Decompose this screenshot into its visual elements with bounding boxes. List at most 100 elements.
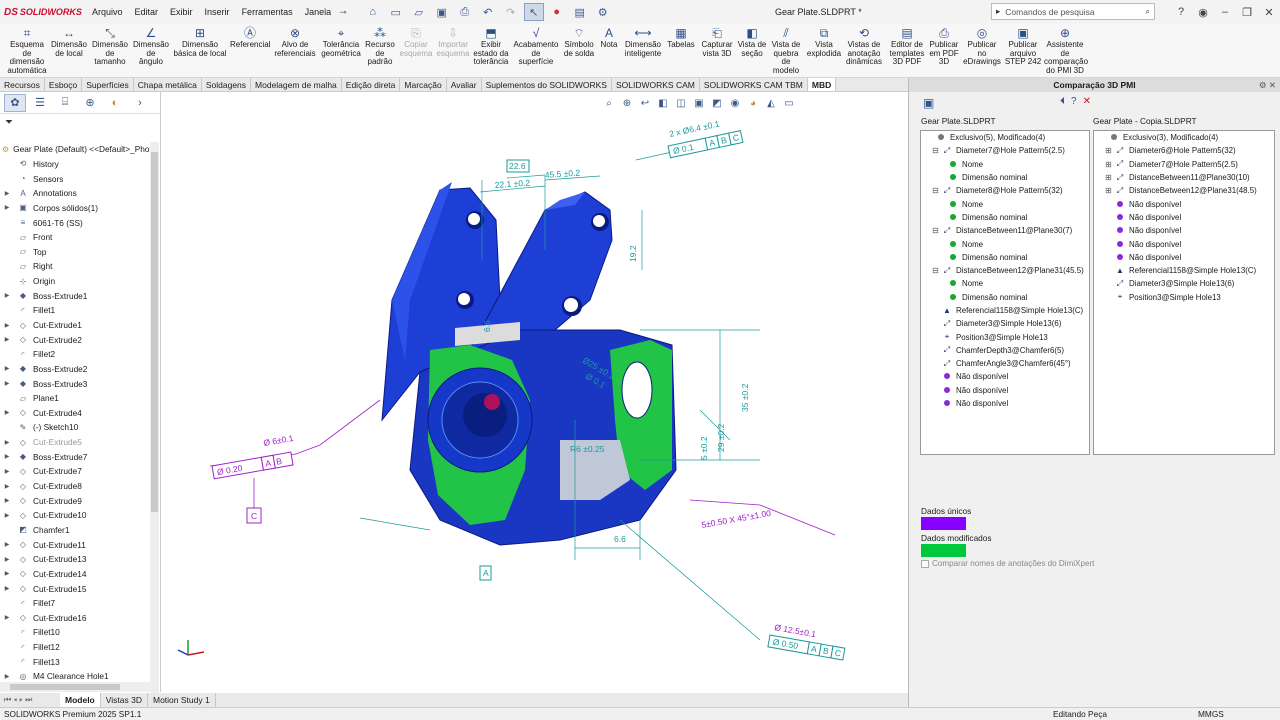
tab-edi-o-direta[interactable]: Edição direta: [342, 78, 401, 91]
configuration-manager-tab-icon[interactable]: ⌸: [54, 94, 76, 112]
ribbon-button-datum[interactable]: Ⓐ Referencial: [230, 26, 270, 50]
print-icon[interactable]: ⎙: [455, 3, 475, 21]
comparison-row[interactable]: Nome: [921, 158, 1089, 171]
annot-dim-19-2[interactable]: 19.2: [628, 245, 638, 262]
ribbon-button-smart-dimension[interactable]: ⟷ Dimensão inteligente: [622, 26, 664, 58]
comparison-row[interactable]: ⌖ Position3@Simple Hole13: [921, 330, 1089, 343]
tree-item[interactable]: ▶ ◇ Cut-Extrude15: [0, 581, 150, 596]
expand-arrow-icon[interactable]: ▶: [3, 439, 11, 446]
tab-superf-cies[interactable]: Superfícies: [82, 78, 134, 91]
expand-toggle-icon[interactable]: ⊟: [931, 226, 940, 235]
save-icon[interactable]: ▣: [432, 3, 452, 21]
expand-arrow-icon[interactable]: ▶: [3, 585, 11, 592]
back-icon[interactable]: ⏴: [1060, 96, 1065, 107]
comparison-row[interactable]: Não disponível: [921, 370, 1089, 383]
tree-item[interactable]: ▶ ◇ Cut-Extrude5: [0, 435, 150, 450]
comparison-row[interactable]: ⤢ ChamferDepth3@Chamfer6(5): [921, 344, 1089, 357]
ribbon-button-geometric-tolerance[interactable]: ⌖ Tolerância geométrica: [320, 26, 362, 58]
checkbox-box[interactable]: [921, 559, 929, 568]
left-comparison-tree[interactable]: Exclusivo(5), Modificado(4) ⊟ ⤢ Diameter7@H…: [920, 130, 1090, 455]
filter-icon[interactable]: ⏷: [0, 114, 160, 130]
tab-suplementos-do-solidworks[interactable]: Suplementos do SOLIDWORKS: [482, 78, 612, 91]
tree-item[interactable]: ▶ ◇ Cut-Extrude14: [0, 567, 150, 582]
tree-root-part[interactable]: ⚙ Gear Plate (Default) <<Default>_Phot: [0, 142, 152, 157]
tree-item[interactable]: ▶ ◇ Cut-Extrude7: [0, 464, 150, 479]
tree-item[interactable]: ▶ ◇ Cut-Extrude10: [0, 508, 150, 523]
menu-inserir[interactable]: Inserir: [199, 7, 236, 17]
user-icon[interactable]: ◉: [1192, 6, 1214, 19]
tree-item[interactable]: ▱ Top: [0, 244, 150, 259]
ribbon-button-3d-pmi-compare-wizard[interactable]: ⊕ Assistente de comparação do PMI 3D: [1044, 26, 1088, 75]
ribbon-button-capture-3d-view[interactable]: ⎗ Capturar vista 3D: [700, 26, 734, 58]
gear-plate-part[interactable]: [381, 182, 677, 546]
ribbon-button-pattern-feature[interactable]: ⁂ Recurso de padrão: [364, 26, 396, 67]
comparison-row[interactable]: ⊞ ⤢ Diameter6@Hole Pattern5(32): [1094, 144, 1274, 157]
close-compare-icon[interactable]: ✕: [1083, 96, 1091, 107]
tab-marca-o[interactable]: Marcação: [400, 78, 447, 91]
ribbon-button-note[interactable]: A Nota: [599, 26, 619, 50]
comparison-row[interactable]: Exclusivo(5), Modificado(4): [921, 131, 1089, 144]
scroll-thumb[interactable]: [151, 152, 158, 512]
tree-item[interactable]: ◜ Fillet7: [0, 596, 150, 611]
expand-arrow-icon[interactable]: ▶: [3, 570, 11, 577]
ribbon-button-datum-target[interactable]: ⊗ Alvo de referenciais: [273, 26, 317, 58]
expand-arrow-icon[interactable]: ▶: [3, 556, 11, 563]
comparison-row[interactable]: ⊟ ⤢ DistanceBetween12@Plane31(45.5): [921, 264, 1089, 277]
tree-item[interactable]: ▶ ◇ Cut-Extrude11: [0, 537, 150, 552]
help-icon[interactable]: ?: [1071, 96, 1077, 107]
expand-arrow-icon[interactable]: ▶: [3, 380, 11, 387]
tree-item[interactable]: ▶ ◆ Boss-Extrude3: [0, 376, 150, 391]
comparison-row[interactable]: ▲ Referencial1158@Simple Hole13(C): [1094, 264, 1274, 277]
comparison-row[interactable]: Exclusivo(3), Modificado(4): [1094, 131, 1274, 144]
annot-dia-6[interactable]: Ø 6±0.1: [263, 433, 295, 448]
comparison-row[interactable]: Dimensão nominal: [921, 171, 1089, 184]
expand-arrow-icon[interactable]: ▶: [3, 673, 11, 680]
undo-icon[interactable]: ↶: [478, 3, 498, 21]
annot-dim-22-6[interactable]: 22.6: [509, 161, 526, 171]
comparison-row[interactable]: ⊞ ⤢ DistanceBetween11@Plane30(10): [1094, 171, 1274, 184]
restore-icon[interactable]: ❐: [1236, 6, 1258, 19]
tree-item[interactable]: ⟲ History: [0, 157, 150, 172]
tab-solidworks-cam[interactable]: SOLIDWORKS CAM: [612, 78, 700, 91]
annot-radius-6[interactable]: R6 ±0.25: [570, 444, 605, 454]
expand-arrow-icon[interactable]: ▶: [3, 453, 11, 460]
right-comparison-tree[interactable]: Exclusivo(3), Modificado(4) ⊞ ⤢ Diameter6@H…: [1093, 130, 1275, 455]
ribbon-button-publish-3d-pdf[interactable]: ⎙ Publicar em PDF 3D: [928, 26, 960, 67]
graphics-area[interactable]: ⌕ ⊕ ↩ ◧ ◫ ▣ ◩ ◉ ◕ ◭ ▭ 22.6 22.1 ±0.2 45.…: [162, 92, 908, 692]
annot-dim-5[interactable]: 5 ±0.2: [699, 436, 709, 460]
expand-arrow-icon[interactable]: ▶: [3, 409, 11, 416]
tab-chapa-met-lica[interactable]: Chapa metálica: [134, 78, 202, 91]
comparison-row[interactable]: ⊟ ⤢ Diameter8@Hole Pattern5(32): [921, 184, 1089, 197]
tree-item[interactable]: ▱ Front: [0, 230, 150, 245]
pin-icon[interactable]: ⊸: [339, 7, 347, 18]
ribbon-button-section-view[interactable]: ◧ Vista de seção: [737, 26, 767, 58]
comparison-row[interactable]: ▲ Referencial1158@Simple Hole13(C): [921, 304, 1089, 317]
tree-item[interactable]: ◜ Fillet13: [0, 654, 150, 669]
solidworks-logo[interactable]: DS SOLIDWORKS: [4, 7, 86, 18]
comparison-row[interactable]: Não disponível: [1094, 224, 1274, 237]
tree-item[interactable]: ▶ ◇ Cut-Extrude16: [0, 611, 150, 626]
new-document-icon[interactable]: ▭: [386, 3, 406, 21]
comparison-row[interactable]: Nome: [921, 197, 1089, 210]
close-icon[interactable]: ✕: [1258, 6, 1280, 19]
bottom-tab-modelo[interactable]: Modelo: [60, 693, 101, 707]
ribbon-button-location-dimension[interactable]: ↔ Dimensão de local: [50, 26, 88, 58]
search-box[interactable]: ▸ Comandos de pesquisa ⌕: [991, 3, 1155, 20]
tab-navigation-icons[interactable]: ⏮ ◂ ▸ ⏭: [0, 695, 60, 705]
expand-toggle-icon[interactable]: ⊞: [1104, 160, 1113, 169]
tab-soldagens[interactable]: Soldagens: [202, 78, 252, 91]
expand-toggle-icon[interactable]: ⊟: [931, 146, 940, 155]
comparison-row[interactable]: Dimensão nominal: [921, 291, 1089, 304]
tree-item[interactable]: ≡ 6061-T6 (SS): [0, 215, 150, 230]
annot-dim-29[interactable]: 29 ±0.2: [716, 423, 726, 452]
expand-toggle-icon[interactable]: ⊞: [1104, 173, 1113, 182]
tab-recursos[interactable]: Recursos: [0, 78, 45, 91]
feature-manager-tab-icon[interactable]: ✿: [4, 93, 26, 112]
help-icon[interactable]: ?: [1170, 6, 1192, 18]
expand-arrow-icon[interactable]: ▶: [3, 322, 11, 329]
ribbon-button-auto-dimension[interactable]: ⌗ Esquema de dimensão automática: [6, 26, 48, 75]
ribbon-button-model-break-view[interactable]: ⫽ Vista de quebra de modelo: [770, 26, 802, 75]
menu-editar[interactable]: Editar: [129, 7, 165, 17]
ribbon-button-basic-location-dimension[interactable]: ⊞ Dimensão básica de local: [172, 26, 228, 58]
annot-bottom-tol[interactable]: Ø 0.50: [772, 637, 799, 651]
